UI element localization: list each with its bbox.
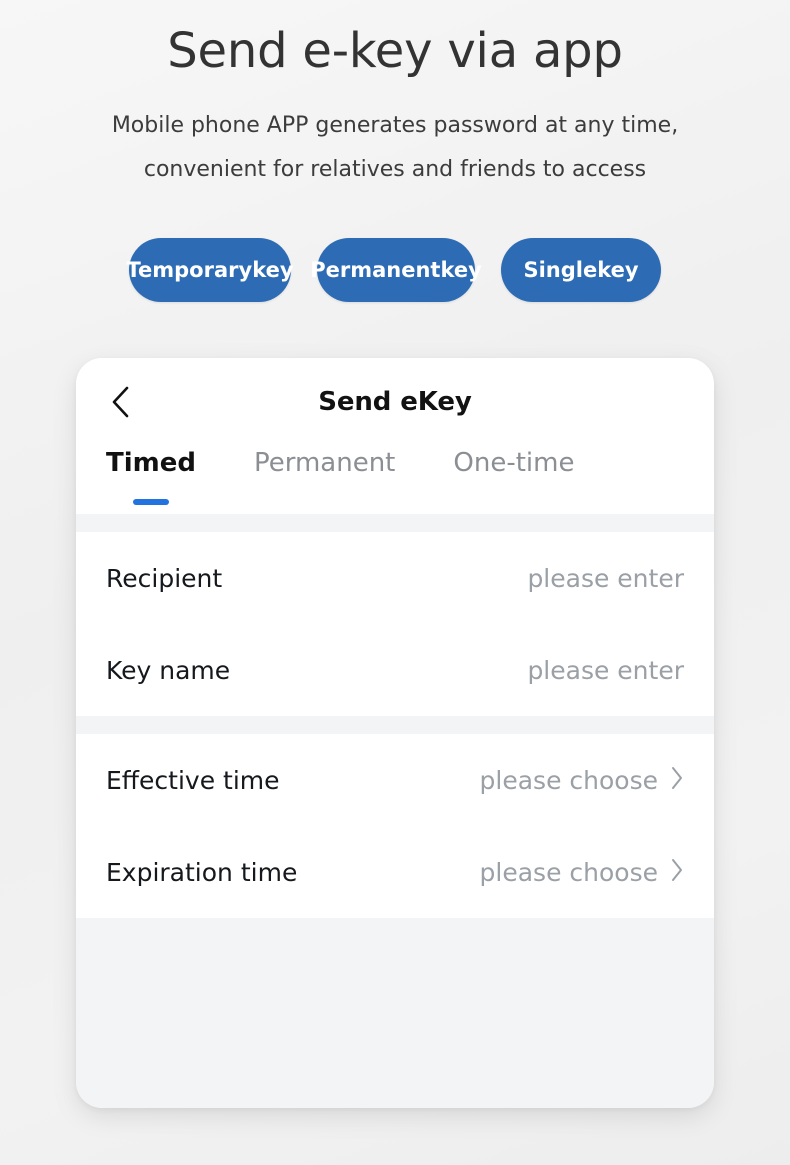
phone-mockup-card: Send eKey Timed Permanent One-time Recip… (76, 358, 714, 1108)
recipient-value-wrap: please enter (527, 564, 684, 593)
effective-time-label: Effective time (106, 765, 280, 795)
recipient-label: Recipient (106, 563, 223, 593)
key-type-button-row: Temporary key Permanent key Single key (0, 238, 790, 302)
single-key-button[interactable]: Single key (501, 238, 661, 302)
chevron-left-icon (109, 385, 131, 419)
form-group-time: Effective time please choose Expiration … (76, 734, 714, 918)
tab-permanent[interactable]: Permanent (254, 446, 395, 480)
permanent-key-button-line-1: Permanent (310, 257, 441, 282)
page-root: Send e-key via app Mobile phone APP gene… (0, 0, 790, 1165)
effective-time-value[interactable]: please choose (480, 766, 658, 795)
field-row-key-name[interactable]: Key name please enter (76, 624, 714, 716)
temporary-key-button-line-1: Temporary (126, 257, 253, 282)
permanent-key-button-line-2: key (440, 257, 482, 282)
recipient-input[interactable]: please enter (527, 564, 684, 593)
tab-timed-label: Timed (106, 448, 196, 478)
back-button[interactable] (96, 378, 144, 426)
key-name-label: Key name (106, 655, 231, 685)
expiration-time-value-wrap: please choose (480, 858, 684, 887)
form-group-identity: Recipient please enter Key name please e… (76, 532, 714, 716)
hero-section: Send e-key via app Mobile phone APP gene… (0, 0, 790, 192)
expiration-time-value[interactable]: please choose (480, 858, 658, 887)
permanent-key-button[interactable]: Permanent key (310, 238, 482, 302)
section-divider-top (76, 514, 714, 532)
field-row-expiration-time[interactable]: Expiration time please choose (76, 826, 714, 918)
phone-screen-title: Send eKey (318, 387, 472, 417)
temporary-key-button[interactable]: Temporary key (126, 238, 294, 302)
page-subtitle: Mobile phone APP generates password at a… (65, 82, 725, 192)
chevron-right-icon (670, 766, 684, 794)
tab-active-indicator (132, 499, 169, 505)
chevron-right-icon (670, 858, 684, 886)
key-type-tab-bar: Timed Permanent One-time (76, 446, 714, 514)
page-subtitle-line-2: convenient for relatives and friends to … (143, 157, 647, 182)
section-divider-middle (76, 716, 714, 734)
single-key-button-line-1: Single (523, 257, 598, 282)
key-name-input[interactable]: please enter (527, 656, 684, 685)
field-row-effective-time[interactable]: Effective time please choose (76, 734, 714, 826)
field-row-recipient[interactable]: Recipient please enter (76, 532, 714, 624)
expiration-time-label: Expiration time (106, 857, 298, 887)
page-subtitle-line-1: Mobile phone APP generates password at a… (111, 113, 679, 138)
tab-one-time-label: One-time (453, 448, 575, 478)
phone-nav-bar: Send eKey (76, 358, 714, 446)
single-key-button-line-2: key (597, 257, 639, 282)
key-name-value-wrap: please enter (527, 656, 684, 685)
temporary-key-button-line-2: key (252, 257, 294, 282)
tab-one-time[interactable]: One-time (453, 446, 574, 480)
tab-permanent-label: Permanent (253, 448, 396, 478)
phone-screen-empty-area (76, 918, 714, 1108)
effective-time-value-wrap: please choose (480, 766, 684, 795)
tab-timed[interactable]: Timed (106, 446, 196, 505)
page-title: Send e-key via app (167, 23, 623, 79)
